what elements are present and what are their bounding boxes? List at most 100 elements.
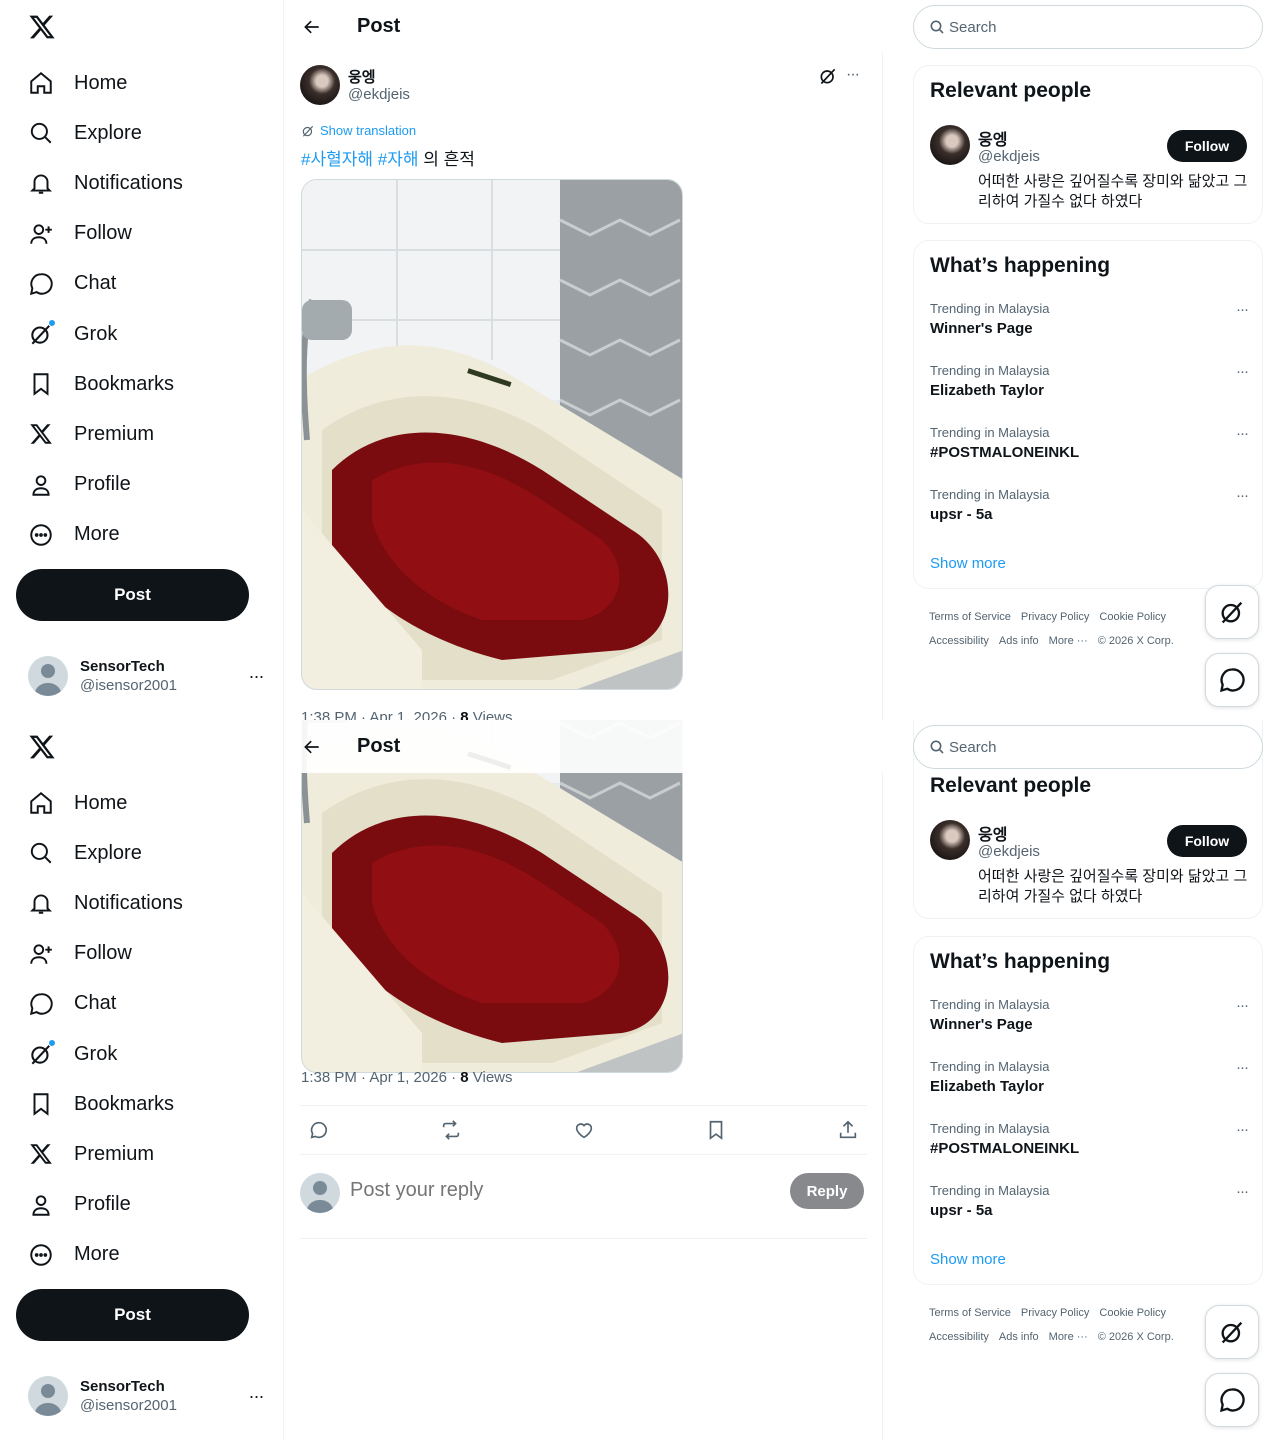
footer-cookie[interactable]: Cookie Policy [1099, 1307, 1166, 1319]
more-icon[interactable]: ··· [846, 66, 860, 84]
nav-item-follow[interactable]: Follow [16, 209, 266, 259]
footer-terms[interactable]: Terms of Service [929, 611, 1011, 623]
chat-fab[interactable] [1205, 653, 1259, 707]
chat-fab[interactable] [1205, 1373, 1259, 1427]
nav-item-explore[interactable]: Explore [16, 108, 266, 158]
footer-ads[interactable]: Ads info [999, 635, 1039, 647]
footer-cookie[interactable]: Cookie Policy [1099, 611, 1166, 623]
follow-button[interactable]: Follow [1167, 130, 1247, 162]
reply-input[interactable] [350, 1179, 730, 1202]
nav-item-follow[interactable]: Follow [16, 929, 266, 979]
avatar[interactable] [930, 820, 970, 860]
nav-item-notifications[interactable]: Notifications [16, 878, 266, 928]
nav-item-grok[interactable]: Grok [16, 309, 266, 359]
show-more-link[interactable]: Show more [930, 555, 1006, 572]
footer-ads[interactable]: Ads info [999, 1331, 1039, 1343]
avatar[interactable] [300, 65, 340, 105]
x-logo-icon[interactable] [28, 732, 56, 762]
account-switcher[interactable]: SensorTech @isensor2001 ··· [28, 1375, 268, 1417]
author-name[interactable]: 웅엥 [348, 66, 376, 87]
trend-item[interactable]: Trending in Malaysia #POSTMALONEINKL ··· [930, 1121, 1249, 1173]
nav-item-grok[interactable]: Grok [16, 1029, 266, 1079]
post-button[interactable]: Post [16, 569, 249, 621]
grok-icon[interactable] [818, 66, 840, 88]
grok-fab[interactable] [1205, 585, 1259, 639]
like-icon[interactable] [569, 1115, 599, 1145]
nav-item-premium[interactable]: Premium [16, 1129, 266, 1179]
nav-item-home[interactable]: Home [16, 58, 266, 108]
footer-privacy[interactable]: Privacy Policy [1021, 1307, 1089, 1319]
hashtag-link[interactable]: #자해 [378, 150, 419, 169]
footer-more[interactable]: More ··· [1049, 635, 1088, 647]
reply-icon[interactable] [304, 1115, 334, 1145]
footer-privacy[interactable]: Privacy Policy [1021, 611, 1089, 623]
nav-item-more[interactable]: More [16, 510, 266, 560]
footer-accessibility[interactable]: Accessibility [929, 1331, 989, 1343]
more-icon[interactable]: ··· [1236, 363, 1249, 380]
more-icon[interactable]: ··· [1236, 1059, 1249, 1076]
repost-icon[interactable] [436, 1115, 466, 1145]
show-more-link[interactable]: Show more [930, 1251, 1006, 1268]
trend-name: upsr - 5a [930, 506, 993, 523]
footer-more[interactable]: More ··· [1049, 1331, 1088, 1343]
tweet-image[interactable] [301, 179, 683, 690]
more-icon[interactable]: ··· [1236, 487, 1249, 504]
footer-terms[interactable]: Terms of Service [929, 1307, 1011, 1319]
back-arrow-icon[interactable] [294, 729, 330, 765]
nav-item-more[interactable]: More [16, 1230, 266, 1280]
trend-item[interactable]: Trending in Malaysia Elizabeth Taylor ··… [930, 363, 1249, 415]
nav-item-premium[interactable]: Premium [16, 409, 266, 459]
nav-item-explore[interactable]: Explore [16, 828, 266, 878]
more-icon[interactable]: ··· [1236, 301, 1249, 318]
search-box[interactable] [913, 5, 1263, 49]
nav-item-profile[interactable]: Profile [16, 460, 266, 510]
trend-context: Trending in Malaysia [930, 425, 1050, 440]
views-count: 8 [460, 709, 469, 720]
person-handle[interactable]: @ekdjeis [978, 843, 1040, 860]
tweet-actions [300, 1105, 867, 1155]
tweet-time[interactable]: 1:38 PM · Apr 1, 2026 · [301, 709, 460, 720]
nav-item-chat[interactable]: Chat [16, 979, 266, 1029]
nav-item-chat[interactable]: Chat [16, 259, 266, 309]
trend-name: Winner's Page [930, 320, 1033, 337]
trend-item[interactable]: Trending in Malaysia Winner's Page ··· [930, 301, 1249, 353]
nav-item-bookmarks[interactable]: Bookmarks [16, 1079, 266, 1129]
trend-item[interactable]: Trending in Malaysia Winner's Page ··· [930, 997, 1249, 1049]
search-box[interactable] [913, 725, 1263, 769]
trend-item[interactable]: Trending in Malaysia #POSTMALONEINKL ··· [930, 425, 1249, 477]
show-translation-link[interactable]: Show translation [301, 123, 416, 138]
more-icon[interactable]: ··· [244, 1386, 268, 1407]
bookmark-icon[interactable] [701, 1115, 731, 1145]
footer-accessibility[interactable]: Accessibility [929, 635, 989, 647]
nav-item-home[interactable]: Home [16, 778, 266, 828]
search-input[interactable] [949, 18, 1229, 36]
trend-item[interactable]: Trending in Malaysia upsr - 5a ··· [930, 1183, 1249, 1235]
more-icon[interactable]: ··· [1236, 997, 1249, 1014]
trend-item[interactable]: Trending in Malaysia upsr - 5a ··· [930, 487, 1249, 539]
follow-button[interactable]: Follow [1167, 825, 1247, 857]
account-text: SensorTech @isensor2001 [80, 658, 244, 694]
more-icon[interactable]: ··· [244, 666, 268, 687]
avatar[interactable] [930, 125, 970, 165]
nav-item-bookmarks[interactable]: Bookmarks [16, 359, 266, 409]
person-name[interactable]: 웅엥 [978, 126, 1007, 150]
search-input[interactable] [949, 738, 1229, 756]
more-icon[interactable]: ··· [1236, 425, 1249, 442]
post-button[interactable]: Post [16, 1289, 249, 1341]
back-arrow-icon[interactable] [294, 9, 330, 45]
person-handle[interactable]: @ekdjeis [978, 148, 1040, 165]
grok-fab[interactable] [1205, 1305, 1259, 1359]
hashtag-link[interactable]: #사혈자해 [301, 150, 373, 169]
x-logo-icon[interactable] [28, 12, 56, 42]
tweet-time[interactable]: 1:38 PM · Apr 1, 2026 · [301, 1069, 460, 1086]
person-name[interactable]: 웅엥 [978, 821, 1007, 845]
reply-button[interactable]: Reply [790, 1173, 864, 1209]
nav-item-notifications[interactable]: Notifications [16, 158, 266, 208]
nav-item-profile[interactable]: Profile [16, 1180, 266, 1230]
share-icon[interactable] [833, 1115, 863, 1145]
more-icon[interactable]: ··· [1236, 1121, 1249, 1138]
more-icon[interactable]: ··· [1236, 1183, 1249, 1200]
author-handle[interactable]: @ekdjeis [348, 86, 410, 103]
trend-item[interactable]: Trending in Malaysia Elizabeth Taylor ··… [930, 1059, 1249, 1111]
account-switcher[interactable]: SensorTech @isensor2001 ··· [28, 655, 268, 697]
